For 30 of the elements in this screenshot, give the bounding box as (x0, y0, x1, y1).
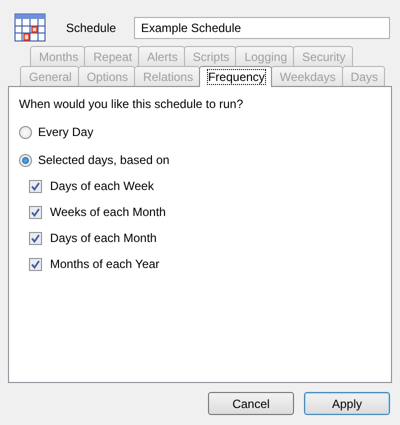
checkbox-label[interactable]: Days of each Month (50, 229, 157, 247)
radio-button[interactable] (19, 154, 32, 166)
radio-label[interactable]: Selected days, based on (38, 151, 170, 169)
dialog-button[interactable]: Apply (304, 392, 390, 415)
tab[interactable]: Frequency (199, 66, 272, 87)
radio-button[interactable] (19, 126, 32, 138)
tab[interactable]: Relations (134, 66, 200, 86)
tab[interactable]: Scripts (184, 46, 236, 66)
radio-label[interactable]: Every Day (38, 123, 94, 141)
tab[interactable]: General (20, 66, 79, 86)
checkbox-label[interactable]: Months of each Year (50, 255, 160, 273)
checkbox[interactable] (29, 180, 42, 192)
tab[interactable]: Options (78, 66, 136, 86)
schedule-name-field[interactable]: Example Schedule (134, 17, 390, 39)
question-text: When would you like this schedule to run? (19, 96, 244, 113)
tab[interactable]: Repeat (84, 46, 140, 66)
tab[interactable]: Alerts (138, 46, 185, 66)
tab[interactable]: Weekdays (270, 66, 343, 86)
dialog-button[interactable]: Cancel (208, 392, 294, 415)
tab[interactable]: Days (342, 66, 385, 86)
checkbox-label[interactable]: Days of each Week (50, 177, 154, 195)
checkbox[interactable] (29, 232, 42, 244)
schedule-label: Schedule (66, 20, 118, 37)
checkbox[interactable] (29, 206, 42, 218)
checkbox[interactable] (29, 258, 42, 270)
tab[interactable]: Logging (235, 46, 294, 66)
tab[interactable]: Months (30, 46, 86, 66)
calendar-icon (14, 13, 46, 43)
checkbox-label[interactable]: Weeks of each Month (50, 203, 166, 221)
tab[interactable]: Security (293, 46, 353, 66)
